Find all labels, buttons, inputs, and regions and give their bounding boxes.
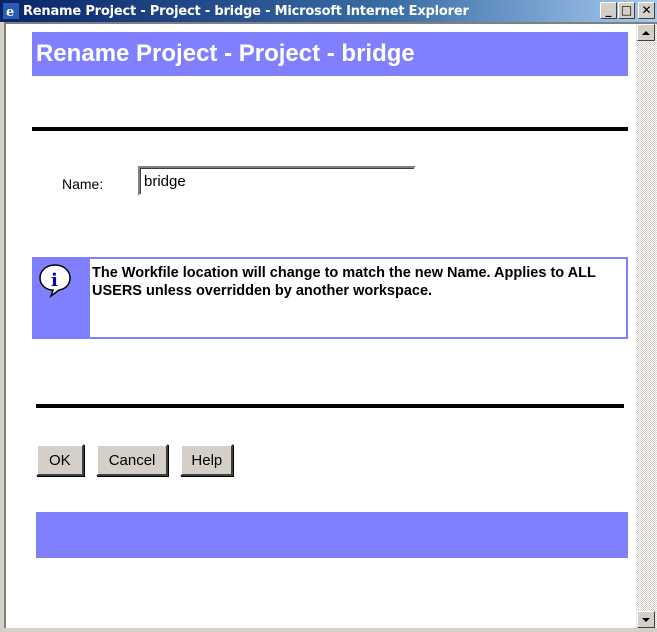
browser-frame: Rename Project - Project - bridge Name: …	[0, 22, 657, 632]
maximize-icon: □	[620, 3, 633, 17]
scroll-down-button[interactable]	[637, 611, 655, 628]
close-icon: ✕	[641, 3, 652, 17]
internet-explorer-icon: e	[3, 3, 19, 19]
name-label: Name:	[62, 176, 104, 192]
window-title: Rename Project - Project - bridge - Micr…	[23, 3, 469, 19]
title-bar[interactable]: e Rename Project - Project - bridge - Mi…	[0, 0, 657, 22]
page-title: Rename Project - Project - bridge	[32, 32, 628, 76]
footer-bar	[36, 512, 628, 558]
arrow-up-icon	[642, 30, 650, 35]
vertical-scrollbar[interactable]	[636, 22, 657, 628]
minimize-button[interactable]: _	[600, 2, 617, 19]
svg-text:i: i	[51, 270, 58, 291]
close-button[interactable]: ✕	[638, 2, 655, 19]
arrow-down-icon	[642, 617, 650, 622]
maximize-button[interactable]: □	[618, 2, 635, 19]
page-content: Rename Project - Project - bridge Name: …	[4, 22, 636, 628]
info-icon-column: i	[34, 259, 90, 337]
ok-button[interactable]: OK	[36, 444, 84, 476]
window-controls: _ □ ✕	[599, 2, 655, 19]
svg-text:e: e	[6, 5, 14, 19]
scroll-up-button[interactable]	[637, 24, 655, 41]
button-row: OK Cancel Help	[36, 444, 234, 476]
minimize-icon: _	[605, 3, 612, 17]
name-input[interactable]	[138, 166, 416, 196]
help-button[interactable]: Help	[180, 444, 234, 476]
cancel-button[interactable]: Cancel	[95, 444, 169, 476]
info-icon: i	[39, 264, 71, 298]
info-panel: i The Workfile location will change to m…	[32, 257, 628, 339]
bottom-divider	[36, 404, 624, 408]
browser-window: e Rename Project - Project - bridge - Mi…	[0, 0, 657, 632]
top-divider	[32, 127, 628, 131]
info-message: The Workfile location will change to mat…	[92, 265, 596, 299]
